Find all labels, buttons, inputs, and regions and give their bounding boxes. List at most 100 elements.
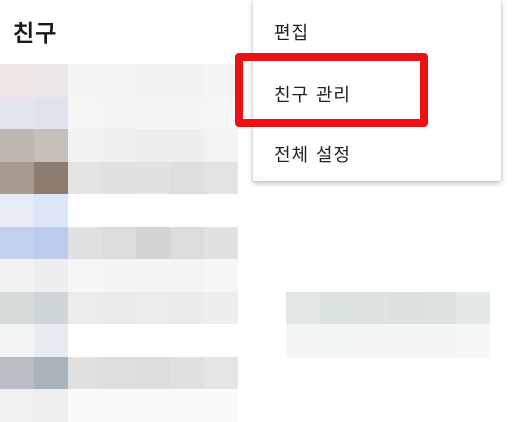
friend-name-pixel [102, 161, 136, 196]
friend-name-pixel [102, 259, 136, 293]
friend-avatar-pixel [0, 129, 34, 163]
friend-name-pixel [136, 324, 170, 358]
friend-name-pixel [204, 161, 238, 196]
friend-name-pixel [68, 259, 102, 293]
friend-row[interactable] [0, 161, 238, 196]
friend-avatar-pixel [34, 324, 68, 358]
friend-name-pixel [136, 291, 170, 326]
status-pixel [388, 291, 422, 326]
friend-name-pixel [68, 356, 102, 391]
friend-name-pixel [170, 226, 204, 261]
friend-name-pixel [68, 324, 102, 358]
friend-row[interactable] [0, 96, 238, 131]
friend-name-pixel [170, 356, 204, 391]
friend-name-pixel [102, 324, 136, 358]
friend-name-pixel [170, 324, 204, 358]
friend-avatar-pixel [34, 259, 68, 293]
friend-name-pixel [170, 161, 204, 196]
highlight-box [235, 53, 428, 127]
friend-name-pixel [68, 194, 102, 228]
friend-name-pixel [204, 324, 238, 358]
status-pixel [286, 324, 320, 358]
friend-name-pixel [102, 356, 136, 391]
friend-name-pixel [102, 96, 136, 131]
menu-item-edit-label: 편집 [274, 23, 310, 44]
friend-avatar-pixel [0, 226, 34, 261]
friend-avatar-pixel [0, 194, 34, 228]
friend-avatar-pixel [34, 161, 68, 196]
friend-row[interactable] [0, 356, 238, 391]
status-pixel [422, 324, 456, 358]
status-pixel [320, 291, 354, 326]
menu-item-all-settings-label: 전체 설정 [274, 145, 351, 166]
friend-name-pixel [136, 96, 170, 131]
friend-avatar-pixel [34, 194, 68, 228]
friend-avatar-pixel [0, 259, 34, 293]
friend-name-pixel [204, 96, 238, 131]
friend-name-pixel [204, 129, 238, 163]
friend-name-pixel [136, 129, 170, 163]
friend-name-pixel [68, 226, 102, 261]
friend-avatar-pixel [34, 226, 68, 261]
friend-name-pixel [170, 259, 204, 293]
friend-name-pixel [204, 259, 238, 293]
friend-avatar-pixel [34, 96, 68, 131]
status-pixel [354, 324, 388, 358]
friend-name-pixel [170, 389, 204, 422]
friend-name-pixel [68, 291, 102, 326]
friend-name-pixel [68, 64, 102, 98]
friend-name-pixel [102, 64, 136, 98]
status-pixel [388, 324, 422, 358]
friend-row[interactable] [0, 291, 238, 326]
friend-status-pixel [286, 291, 490, 326]
friend-row[interactable] [0, 259, 238, 293]
friend-row[interactable] [0, 389, 238, 422]
friend-name-pixel [136, 356, 170, 391]
friend-name-pixel [204, 291, 238, 326]
friend-name-pixel [136, 226, 170, 261]
friend-avatar-pixel [0, 291, 34, 326]
menu-item-all-settings[interactable]: 전체 설정 [253, 126, 501, 182]
friend-name-pixel [136, 161, 170, 196]
friend-name-pixel [204, 194, 238, 228]
friend-name-pixel [102, 226, 136, 261]
friend-name-pixel [204, 64, 238, 98]
friend-row[interactable] [0, 64, 238, 98]
friend-name-pixel [102, 194, 136, 228]
friend-name-pixel [102, 291, 136, 326]
friend-status-pixel [286, 324, 490, 358]
friend-avatar-pixel [34, 356, 68, 391]
friend-avatar-pixel [34, 389, 68, 422]
friend-name-pixel [170, 96, 204, 131]
friend-avatar-pixel [0, 96, 34, 131]
status-pixel [354, 291, 388, 326]
friend-avatar-pixel [0, 356, 34, 391]
friend-row[interactable] [0, 324, 238, 358]
friend-row[interactable] [0, 194, 238, 228]
friend-name-pixel [68, 129, 102, 163]
friend-avatar-pixel [34, 129, 68, 163]
friend-row[interactable] [0, 226, 238, 261]
status-pixel [456, 291, 490, 326]
friend-name-pixel [170, 291, 204, 326]
friend-avatar-pixel [0, 161, 34, 196]
friend-name-pixel [136, 389, 170, 422]
friends-screen: 친구 편집 친구 관리 전체 설정 [0, 0, 512, 422]
status-pixel [422, 291, 456, 326]
friend-avatar-pixel [0, 64, 34, 98]
friend-name-pixel [170, 129, 204, 163]
friend-name-pixel [170, 194, 204, 228]
friend-avatar-pixel [34, 291, 68, 326]
friend-name-pixel [204, 356, 238, 391]
status-pixel [286, 291, 320, 326]
friend-name-pixel [68, 161, 102, 196]
friend-name-pixel [136, 64, 170, 98]
friend-avatar-pixel [34, 64, 68, 98]
page-title: 친구 [13, 21, 58, 47]
friend-row[interactable] [0, 129, 238, 163]
friend-avatar-pixel [0, 389, 34, 422]
friend-name-pixel [204, 226, 238, 261]
friend-name-pixel [102, 129, 136, 163]
menu-item-edit[interactable]: 편집 [253, 4, 501, 60]
friend-name-pixel [68, 96, 102, 131]
